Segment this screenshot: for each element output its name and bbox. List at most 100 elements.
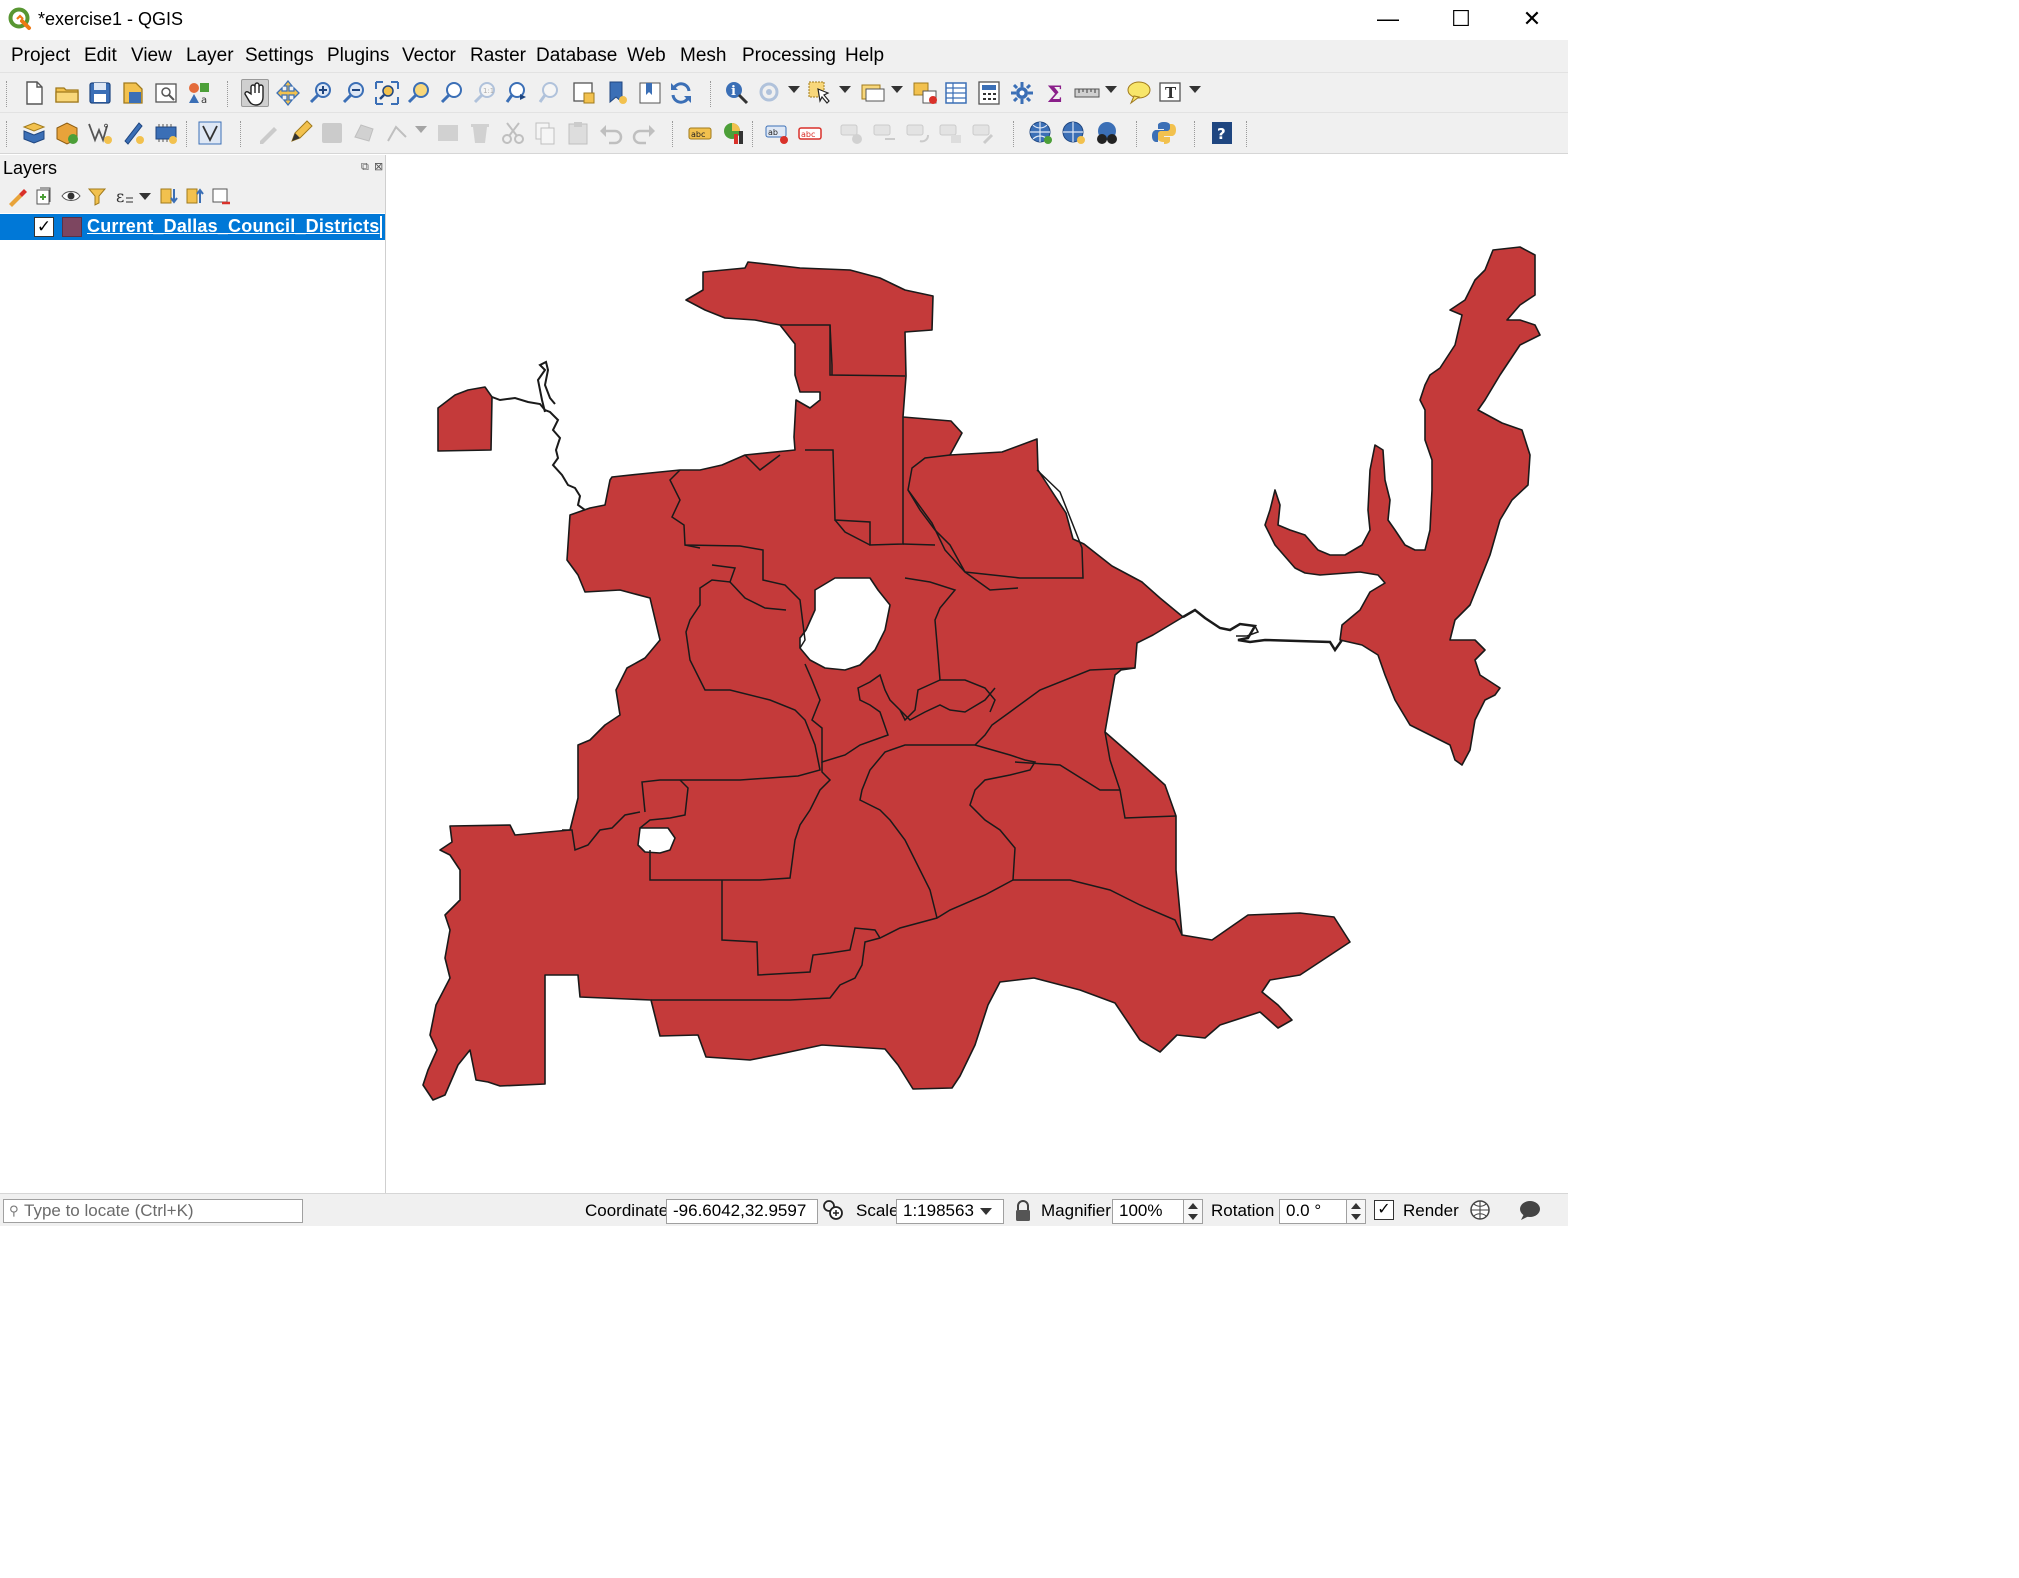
district-polygon[interactable] [437,386,493,452]
zoom-to-selection-icon[interactable] [405,79,433,107]
python-console-icon[interactable] [1150,119,1178,147]
menu-raster[interactable]: Raster [470,45,526,67]
label-toolbar-icon[interactable]: abc [686,119,714,147]
attribute-table-icon[interactable] [942,79,970,107]
open-layer-styling-icon[interactable] [6,185,28,207]
save-layer-edits-icon[interactable] [318,119,346,147]
delete-selected-icon[interactable] [466,119,494,147]
save-as-icon[interactable] [119,79,147,107]
field-calculator-icon[interactable] [975,79,1003,107]
expand-all-icon[interactable] [158,185,180,207]
new-map-view-icon[interactable] [570,79,598,107]
open-project-icon[interactable] [53,79,81,107]
help-contents-icon[interactable]: ? [1208,119,1236,147]
save-project-icon[interactable] [86,79,114,107]
menu-processing[interactable]: Processing [742,45,836,67]
collapse-all-icon[interactable] [184,185,206,207]
new-temporary-layer-icon[interactable] [152,119,180,147]
zoom-to-layer-icon[interactable] [438,79,466,107]
layer-visibility-checkbox[interactable]: ✓ [34,217,54,237]
minimize-button[interactable]: — [1352,0,1424,38]
diagram-options-icon[interactable] [720,119,748,147]
select-by-value-icon[interactable] [858,79,886,107]
menu-view[interactable]: View [131,45,172,67]
text-annotation-icon[interactable]: T [1157,79,1185,107]
add-polygon-feature-icon[interactable] [351,119,379,147]
move-label-icon[interactable] [871,119,899,147]
zoom-native-icon[interactable]: 1:1 [471,79,499,107]
identify-features-icon[interactable]: i [723,79,751,107]
locator-search-input[interactable] [24,1201,300,1221]
processing-toolbox-icon[interactable] [1008,79,1036,107]
zoom-last-icon[interactable] [504,79,532,107]
vertex-dropdown-icon[interactable] [415,126,427,133]
measure-line-icon[interactable] [1073,79,1101,107]
highlight-pinned-labels-icon[interactable]: ab [763,119,791,147]
select-features-icon[interactable] [806,79,834,107]
zoom-in-icon[interactable] [307,79,335,107]
run-feature-action-icon[interactable] [756,79,784,107]
menu-help[interactable]: Help [845,45,884,67]
messages-icon[interactable] [1518,1199,1542,1221]
add-group-icon[interactable] [33,185,55,207]
data-source-manager-icon[interactable] [20,119,48,147]
paste-features-icon[interactable] [564,119,592,147]
menu-database[interactable]: Database [536,45,617,67]
council-districts-map[interactable] [395,155,1568,1193]
new-shapefile-layer-icon[interactable]: ° [86,119,114,147]
rotation-spinner[interactable] [1346,1199,1366,1224]
new-project-icon[interactable] [20,79,48,107]
toolbar-handle[interactable] [6,121,8,147]
menu-settings[interactable]: Settings [245,45,314,67]
menu-plugins[interactable]: Plugins [327,45,389,67]
add-wfs-layer-icon[interactable] [1060,119,1088,147]
deselect-features-icon[interactable] [911,79,939,107]
redo-icon[interactable] [630,119,658,147]
change-label-icon[interactable] [937,119,965,147]
digitize-with-shape-icon[interactable] [196,119,224,147]
refresh-icon[interactable] [667,79,695,107]
add-wms-layer-icon[interactable] [1027,119,1055,147]
menu-mesh[interactable]: Mesh [680,45,726,67]
scale-dropdown-icon[interactable] [980,1208,992,1215]
manage-visibility-icon[interactable] [60,185,82,207]
coordinate-field[interactable]: -96.6042,32.9597 [666,1199,818,1224]
label-properties-icon[interactable] [970,119,998,147]
map-tips-icon[interactable] [1125,79,1153,107]
vertex-tool-icon[interactable] [384,119,412,147]
copy-features-icon[interactable] [531,119,559,147]
select-value-dropdown-icon[interactable] [891,86,903,93]
layer-symbol-swatch[interactable] [62,217,82,237]
new-bookmark-icon[interactable] [603,79,631,107]
pan-to-selection-icon[interactable] [274,79,302,107]
annotation-dropdown-icon[interactable] [1189,86,1201,93]
style-manager-icon[interactable]: a [185,79,213,107]
render-checkbox[interactable]: ✓ [1374,1200,1394,1220]
panel-float-icon[interactable]: ⧉ [361,161,369,174]
maximize-button[interactable]: ☐ [1425,0,1497,38]
measure-dropdown-icon[interactable] [1105,86,1117,93]
show-hide-labels-icon[interactable] [838,119,866,147]
filter-legend-icon[interactable] [86,185,108,207]
selection-dropdown-icon[interactable] [839,86,851,93]
lock-scale-icon[interactable] [1013,1199,1033,1223]
crs-globe-icon[interactable] [1469,1199,1491,1221]
cut-features-icon[interactable] [499,119,527,147]
new-spatialite-layer-icon[interactable] [119,119,147,147]
menu-web[interactable]: Web [627,45,666,67]
action-dropdown-icon[interactable] [788,86,800,93]
statistical-summary-icon[interactable]: Σ [1041,79,1069,107]
expression-dropdown-icon[interactable] [139,193,151,200]
undo-icon[interactable] [597,119,625,147]
layer-name[interactable]: Current_Dallas_Council_Districts [87,216,380,237]
toggle-editing-icon[interactable] [286,119,314,147]
metasearch-icon[interactable] [1093,119,1121,147]
locator-bar[interactable]: ⚲ [3,1199,303,1223]
pin-unpin-labels-icon[interactable]: abc [796,119,824,147]
magnifier-field[interactable]: 100% [1112,1199,1184,1224]
district-polygon[interactable] [422,261,1351,1101]
rotation-field[interactable]: 0.0 ° [1279,1199,1347,1224]
rotate-label-icon[interactable] [904,119,932,147]
magnifier-spinner[interactable] [1183,1199,1203,1224]
menu-project[interactable]: Project [11,45,70,67]
